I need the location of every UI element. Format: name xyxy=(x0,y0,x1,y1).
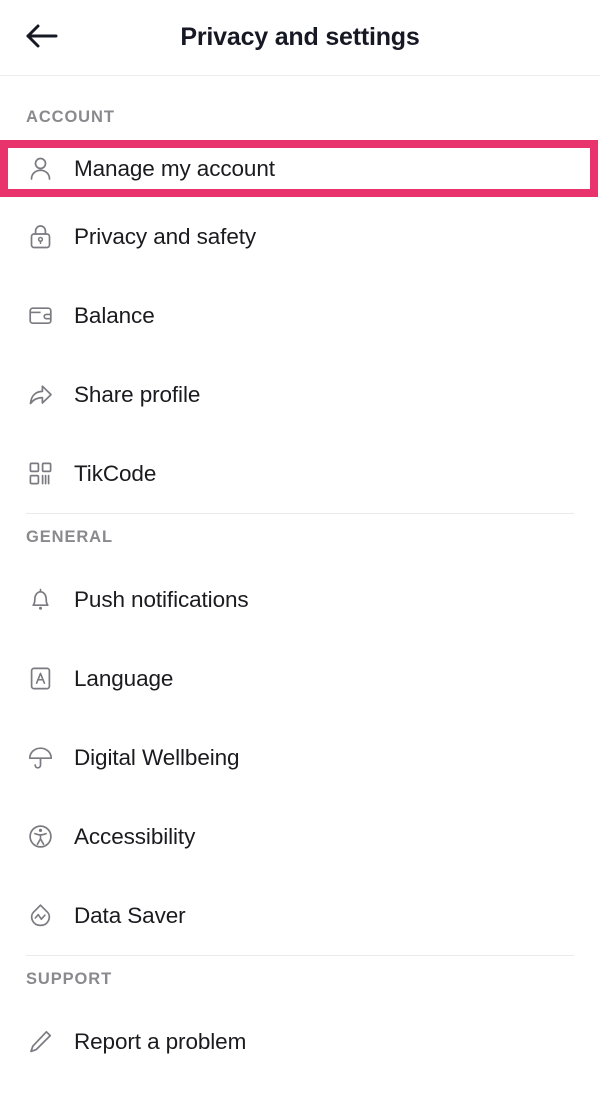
list-item-label: Privacy and safety xyxy=(74,223,257,249)
list-item-digital-wellbeing[interactable]: Digital Wellbeing xyxy=(0,718,600,797)
list-item-share-profile[interactable]: Share profile xyxy=(0,355,600,434)
list-item-tikcode[interactable]: TikCode xyxy=(0,434,600,513)
qr-code-icon xyxy=(26,460,54,488)
list-item-label: Report a problem xyxy=(74,1028,247,1054)
list-item-push-notifications[interactable]: Push notifications xyxy=(0,560,600,639)
list-item-label: Balance xyxy=(74,302,155,328)
data-saver-droplet-icon xyxy=(26,902,54,930)
list-item-label: Accessibility xyxy=(74,823,196,849)
list-item-label: Data Saver xyxy=(74,902,186,928)
person-icon xyxy=(26,155,54,183)
bell-icon xyxy=(26,586,54,614)
list-item-label: Share profile xyxy=(74,381,201,407)
list-item-label: Manage my account xyxy=(74,155,275,181)
page-header: Privacy and settings xyxy=(0,0,600,76)
arrow-left-icon xyxy=(24,21,58,54)
list-item-manage-my-account[interactable]: Manage my account xyxy=(0,140,600,197)
highlight-container: Manage my account xyxy=(0,140,600,197)
list-item-label: Language xyxy=(74,665,174,691)
section-label-general: GENERAL xyxy=(26,527,113,546)
list-item-privacy-and-safety[interactable]: Privacy and safety xyxy=(0,197,600,276)
back-button[interactable] xyxy=(18,15,64,61)
page-title: Privacy and settings xyxy=(180,23,420,51)
pencil-icon xyxy=(26,1028,54,1056)
list-item-label: Push notifications xyxy=(74,586,249,612)
spacer-account-top xyxy=(0,76,600,94)
list-item-language[interactable]: Language xyxy=(0,639,600,718)
share-arrow-icon xyxy=(26,381,54,409)
list-item-label: TikCode xyxy=(74,460,157,486)
settings-screen: Privacy and settings ACCOUNT Manage my a… xyxy=(0,0,600,1120)
letter-a-box-icon xyxy=(26,665,54,693)
lock-icon xyxy=(26,223,54,251)
list-item-data-saver[interactable]: Data Saver xyxy=(0,876,600,955)
section-header-account: ACCOUNT xyxy=(0,94,600,140)
umbrella-icon xyxy=(26,744,54,772)
section-header-general: GENERAL xyxy=(0,514,600,560)
list-item-report-a-problem[interactable]: Report a problem xyxy=(0,1002,600,1081)
list-item-accessibility[interactable]: Accessibility xyxy=(0,797,600,876)
list-item-balance[interactable]: Balance xyxy=(0,276,600,355)
wallet-icon xyxy=(26,302,54,330)
section-label-support: SUPPORT xyxy=(26,969,113,988)
section-label-account: ACCOUNT xyxy=(26,107,115,126)
accessibility-icon xyxy=(26,823,54,851)
list-item-label: Digital Wellbeing xyxy=(74,744,240,770)
section-header-support: SUPPORT xyxy=(0,956,600,1002)
